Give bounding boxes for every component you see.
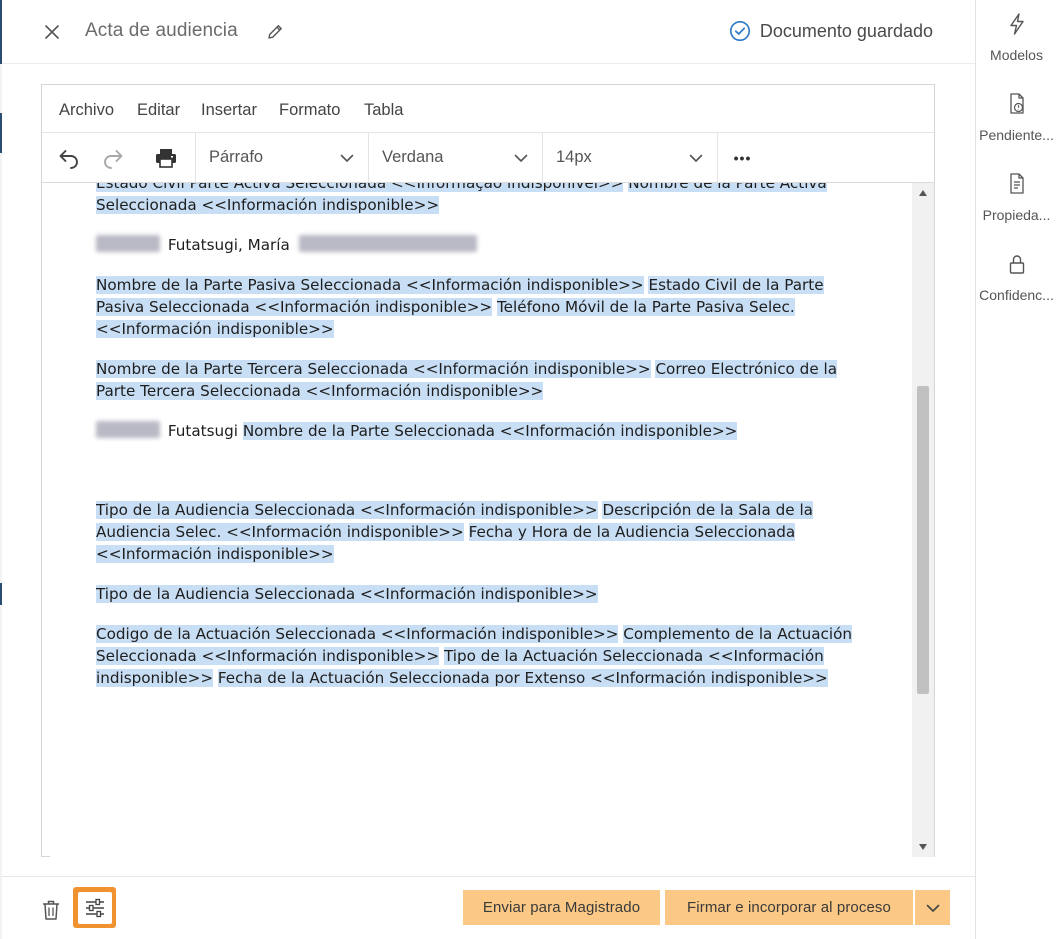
placeholder-field: Nombre de la Parte Seleccionada <<Inform… xyxy=(242,422,738,440)
paragraph: Futatsugi Nombre de la Parte Seleccionad… xyxy=(96,420,876,442)
redacted-text xyxy=(96,421,160,438)
document-title: Acta de audiencia xyxy=(85,20,238,41)
scrollbar-thumb[interactable] xyxy=(917,386,929,694)
close-button[interactable] xyxy=(38,18,66,46)
redo-button[interactable] xyxy=(99,144,127,172)
print-button[interactable] xyxy=(152,144,180,172)
document-content[interactable]: Estado Civil Parte Activa Seleccionada <… xyxy=(50,183,912,857)
edit-title-button[interactable] xyxy=(263,20,287,44)
sign-options-dropdown[interactable] xyxy=(915,890,950,925)
party-name: Futatsugi xyxy=(167,422,238,440)
settings-button-face xyxy=(77,891,112,924)
scroll-down-button[interactable] xyxy=(912,837,934,857)
document-alert-icon xyxy=(1009,93,1024,114)
more-options-button[interactable]: ••• xyxy=(717,133,767,183)
editor-header: Acta de audiencia Documento guardado xyxy=(2,0,975,64)
editor-toolbar: Párrafo Verdana 14px ••• xyxy=(42,133,934,183)
sidebar-item-label: Modelos xyxy=(990,47,1043,63)
sidebar-item-propiedades[interactable]: Propieda... xyxy=(976,172,1056,242)
placeholder-field: Fecha de la Actuación Seleccionada por E… xyxy=(217,669,828,687)
vertical-scrollbar[interactable] xyxy=(912,183,934,857)
sidebar-item-pendientes[interactable]: Pendiente... xyxy=(976,92,1056,162)
menu-archivo[interactable]: Archivo xyxy=(59,101,114,120)
font-family-value: Verdana xyxy=(382,148,444,166)
pencil-icon xyxy=(268,25,282,39)
font-size-select[interactable]: 14px xyxy=(542,133,717,183)
send-to-magistrate-button[interactable]: Enviar para Magistrado xyxy=(463,890,660,925)
redo-icon xyxy=(104,150,123,169)
sidebar-item-label: Propieda... xyxy=(982,207,1051,223)
paragraph: Nombre de la Parte Pasiva Seleccionada <… xyxy=(96,274,876,340)
paragraph: Tipo de la Audiencia Seleccionada <<Info… xyxy=(96,583,876,605)
party-name: Futatsugi, María xyxy=(167,236,290,254)
sidebar-item-label: Confidenc... xyxy=(979,287,1054,303)
placeholder-field: Tipo de la Audiencia Seleccionada <<Info… xyxy=(96,585,598,603)
placeholder-field: Estado Civil Parte Activa Seleccionada <… xyxy=(96,183,624,192)
document-body: Estado Civil Parte Activa Seleccionada <… xyxy=(96,183,876,707)
menu-editar[interactable]: Editar xyxy=(137,101,180,120)
placeholder-field: Nombre de la Parte Tercera Seleccionada … xyxy=(96,360,651,378)
sidebar-item-label: Pendiente... xyxy=(979,127,1054,143)
paragraph: Nombre de la Parte Tercera Seleccionada … xyxy=(96,358,876,402)
sign-and-incorporate-button[interactable]: Firmar e incorporar al proceso xyxy=(665,890,913,925)
sliders-icon xyxy=(85,898,104,917)
right-sidebar: Modelos Pendiente... Propieda... Confide… xyxy=(975,0,1056,939)
paragraph: Tipo de la Audiencia Seleccionada <<Info… xyxy=(96,499,876,565)
trash-icon xyxy=(43,900,59,920)
rich-text-editor: Archivo Editar Insertar Formato Tabla Pá… xyxy=(41,84,935,857)
placeholder-field: Codigo de la Actuación Seleccionada <<In… xyxy=(96,625,619,643)
undo-icon xyxy=(59,150,78,169)
left-accent-strip xyxy=(0,0,2,939)
save-status: Documento guardado xyxy=(729,20,933,42)
settings-button[interactable] xyxy=(73,887,116,928)
paragraph: Estado Civil Parte Activa Seleccionada <… xyxy=(96,183,876,216)
placeholder-field: Nombre de la Parte Pasiva Seleccionada <… xyxy=(96,276,644,294)
close-icon xyxy=(45,25,59,39)
chevron-down-icon xyxy=(340,154,354,162)
block-format-value: Párrafo xyxy=(209,148,264,166)
font-size-value: 14px xyxy=(556,148,592,166)
menu-bar: Archivo Editar Insertar Formato Tabla xyxy=(42,85,934,133)
sidebar-item-confidencialidad[interactable]: Confidenc... xyxy=(976,252,1056,322)
redacted-text xyxy=(96,235,160,252)
menu-tabla[interactable]: Tabla xyxy=(364,101,403,120)
paragraph: Codigo de la Actuación Seleccionada <<In… xyxy=(96,623,876,689)
arrow-down-icon xyxy=(919,844,927,850)
chevron-down-icon xyxy=(689,154,703,162)
delete-button[interactable] xyxy=(38,897,64,923)
font-family-select[interactable]: Verdana xyxy=(368,133,542,183)
placeholder-field: Tipo de la Audiencia Seleccionada <<Info… xyxy=(96,501,598,519)
menu-insertar[interactable]: Insertar xyxy=(201,101,257,120)
redacted-text xyxy=(298,235,477,252)
chevron-down-icon xyxy=(926,904,939,912)
scroll-up-button[interactable] xyxy=(912,183,934,203)
block-format-select[interactable]: Párrafo xyxy=(195,133,368,183)
document-list-icon xyxy=(1009,173,1024,194)
document-editor-app: Acta de audiencia Documento guardado Mod… xyxy=(0,0,1056,939)
undo-button[interactable] xyxy=(55,144,83,172)
menu-formato[interactable]: Formato xyxy=(279,101,340,120)
lightning-icon xyxy=(1009,13,1024,35)
lock-icon xyxy=(1009,255,1024,274)
chevron-down-icon xyxy=(514,154,528,162)
save-status-text: Documento guardado xyxy=(759,20,933,41)
print-icon xyxy=(156,149,176,168)
check-circle-icon xyxy=(729,21,750,41)
editor-footer: Enviar para Magistrado Firmar e incorpor… xyxy=(2,876,975,939)
sidebar-item-modelos[interactable]: Modelos xyxy=(976,12,1056,82)
arrow-up-icon xyxy=(919,190,927,196)
paragraph: Futatsugi, María xyxy=(96,234,876,256)
more-icon: ••• xyxy=(733,150,752,166)
